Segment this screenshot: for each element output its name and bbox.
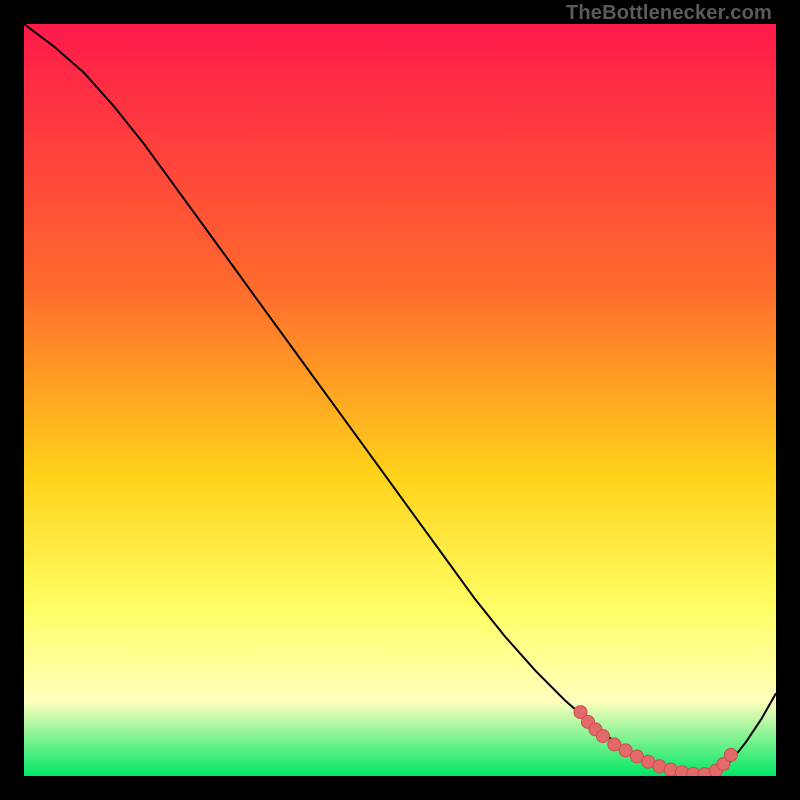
gradient-background <box>24 24 776 776</box>
watermark-text: TheBottlenecker.com <box>566 2 772 25</box>
bottleneck-chart <box>24 24 776 776</box>
chart-frame <box>24 24 776 776</box>
optimum-marker <box>724 748 737 761</box>
optimum-marker <box>597 730 610 743</box>
optimum-marker <box>664 763 677 776</box>
